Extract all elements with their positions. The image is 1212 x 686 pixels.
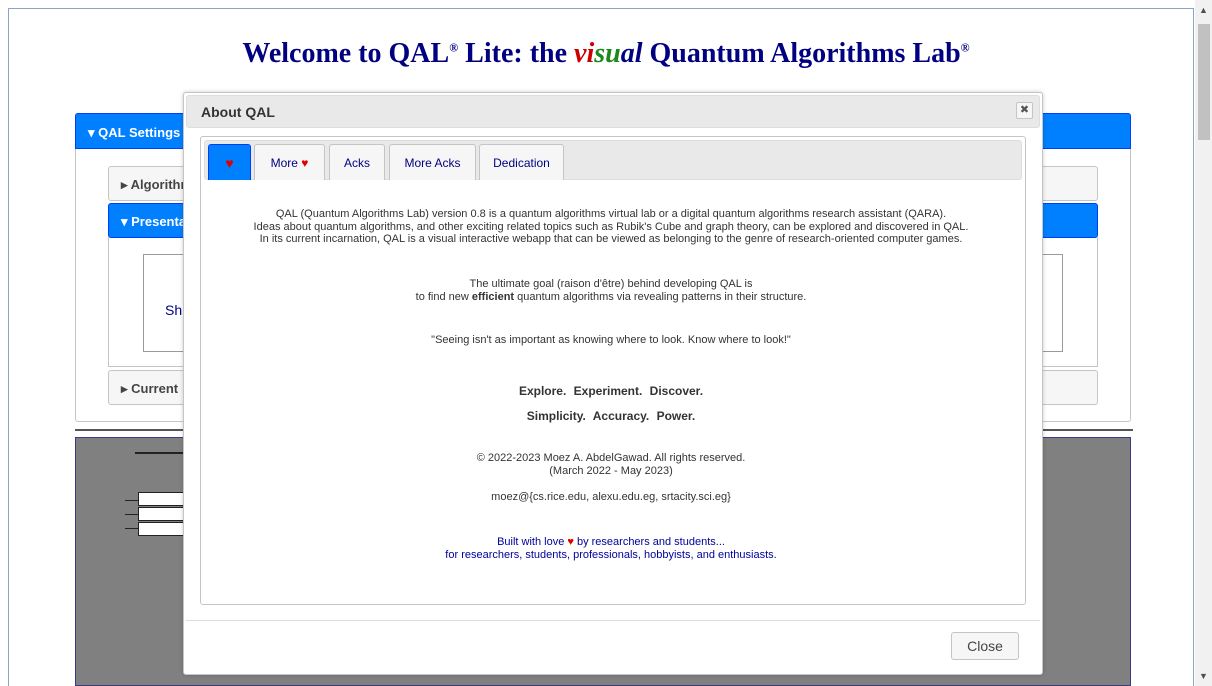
qubit-box[interactable] xyxy=(138,522,184,536)
motto-line-1: Explore. Experiment. Discover. xyxy=(518,384,704,398)
dialog-title-bar[interactable] xyxy=(186,95,1040,128)
about-line: QAL (Quantum Algorithms Lab) version 0.8… xyxy=(275,208,947,220)
settings-header-label: ▾ QAL Settings xyxy=(88,125,181,140)
copyright-dates: (March 2022 - May 2023) xyxy=(549,464,673,477)
goal-paragraph: The ultimate goal (raison d'être) behind… xyxy=(206,278,1016,303)
about-paragraph: QAL (Quantum Algorithms Lab) version 0.8… xyxy=(206,208,1016,246)
copyright-line: © 2022-2023 Moez A. AbdelGawad. All righ… xyxy=(476,452,746,464)
heart-icon: ♥ xyxy=(301,156,309,170)
page-title: Welcome to QAL® Lite: the visual Quantum… xyxy=(242,38,970,69)
presentation-inner-text[interactable]: Sh xyxy=(165,302,182,318)
tab-acks[interactable]: Acks xyxy=(329,144,385,180)
accordion-algorithm-label: ▸ Algorithm xyxy=(121,177,193,192)
circuit-wire xyxy=(135,452,185,454)
copyright-text: © 2022-2023 Moez A. AbdelGawad. All righ… xyxy=(206,452,1016,477)
dialog-title: About QAL xyxy=(201,104,275,120)
tab-more-acks[interactable]: More Acks xyxy=(389,144,476,180)
email-text: moez@{cs.rice.edu, alexu.edu.eg, srtacit… xyxy=(491,491,731,503)
tab-acks-label: Acks xyxy=(343,156,370,170)
about-line: In its current incarnation, QAL is a vis… xyxy=(259,233,963,245)
tab-dedication[interactable]: Dedication xyxy=(479,144,564,180)
heart-icon: ♥ xyxy=(225,155,234,171)
tab-dedication-label: Dedication xyxy=(493,156,550,170)
motto-line-2: Simplicity. Accuracy. Power. xyxy=(526,409,696,423)
tab-more-acks-label: More Acks xyxy=(404,156,461,170)
dialog-footer-divider xyxy=(186,620,1040,621)
about-line: Ideas about quantum algorithms, and othe… xyxy=(253,220,969,233)
qubit-box[interactable] xyxy=(138,507,184,521)
tabs-bar xyxy=(204,140,1022,180)
tab-more-label: More xyxy=(270,156,302,170)
quote-text: "Seeing isn't as important as knowing wh… xyxy=(431,334,791,346)
close-button[interactable]: Close xyxy=(951,632,1019,660)
goal-line: to find new efficient quantum algorithms… xyxy=(415,290,807,303)
tabs-container xyxy=(200,136,1026,605)
scroll-down-arrow-icon[interactable]: ▼ xyxy=(1195,668,1212,685)
scrollbar-thumb[interactable] xyxy=(1198,24,1210,140)
built-line-1: Built with love ♥ by researchers and stu… xyxy=(497,536,725,548)
built-line-2: for researchers, students, professionals… xyxy=(445,548,777,561)
tab-more-love[interactable]: More ♥ xyxy=(254,144,325,180)
scroll-up-arrow-icon[interactable]: ▲ xyxy=(1195,2,1212,19)
accordion-current-label: ▸ Current xyxy=(121,381,179,396)
goal-line: The ultimate goal (raison d'être) behind… xyxy=(469,278,753,290)
close-icon[interactable]: ✖ xyxy=(1016,102,1033,119)
tab-love[interactable]: ♥ xyxy=(208,144,251,180)
built-with-love-text: Built with love ♥ by researchers and stu… xyxy=(206,536,1016,561)
qubit-box[interactable] xyxy=(138,492,184,506)
